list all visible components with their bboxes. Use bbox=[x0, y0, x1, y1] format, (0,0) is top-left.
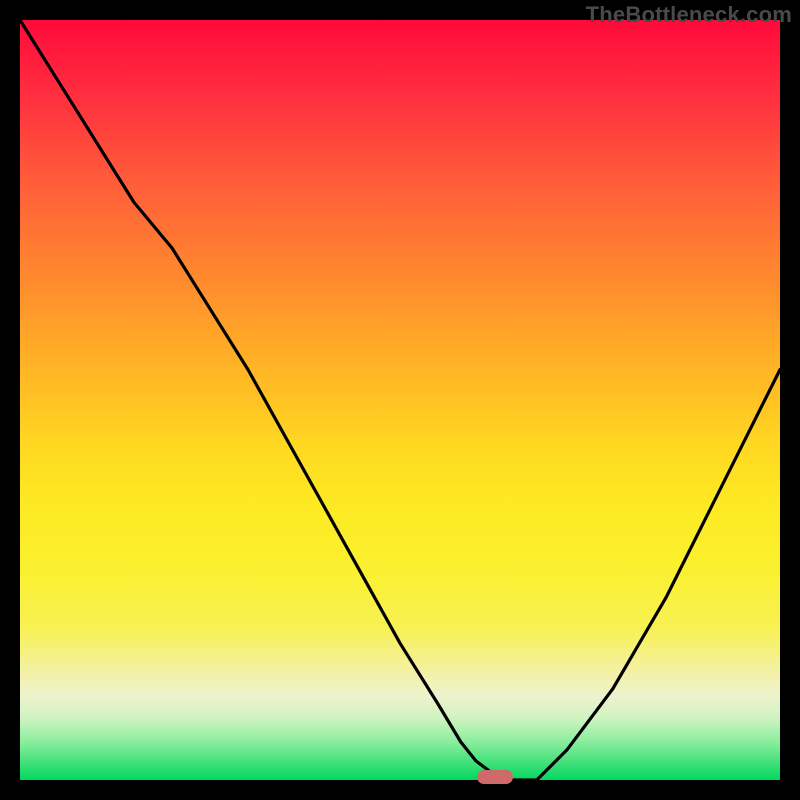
curve-path bbox=[20, 20, 780, 780]
watermark-text: TheBottleneck.com bbox=[586, 2, 792, 28]
chart-frame: TheBottleneck.com bbox=[0, 0, 800, 800]
bottleneck-curve bbox=[20, 20, 780, 780]
plot-area bbox=[20, 20, 780, 780]
optimal-marker bbox=[477, 770, 513, 784]
